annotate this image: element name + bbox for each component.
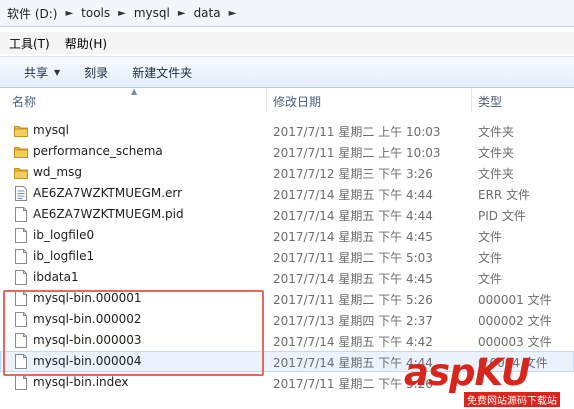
breadcrumb: 软件 (D:) ► tools ► mysql ► data ► (6, 4, 243, 22)
file-modified-date: 2017/7/14 星期五 下午 4:44 (273, 209, 433, 223)
file-modified-date: 2017/7/11 星期二 下午 5:26 (273, 293, 433, 307)
file-name: performance_schema (33, 144, 163, 158)
column-header-date[interactable]: 修改日期 (273, 93, 321, 110)
file-type: 000002 文件 (478, 314, 552, 328)
file-row[interactable]: ibdata1 2017/7/14 星期五 下午 4:45 文件 (0, 267, 574, 288)
chevron-down-icon: ▼ (54, 67, 61, 77)
file-type: 000001 文件 (478, 293, 552, 307)
column-header-name[interactable]: 名称 (12, 93, 36, 110)
column-header-type[interactable]: 类型 (478, 93, 502, 110)
file-type: 000003 文件 (478, 335, 552, 349)
file-row[interactable]: performance_schema 2017/7/11 星期二 上午 10:03… (0, 141, 574, 162)
folder-icon (14, 123, 28, 138)
menu-tools[interactable]: 工具(T) (0, 35, 50, 52)
breadcrumb-separator-icon[interactable]: ► (171, 8, 193, 19)
file-type: PID 文件 (478, 209, 526, 223)
file-modified-date: 2017/7/14 星期五 下午 4:44 (273, 188, 433, 202)
burn-button[interactable]: 刻录 (84, 64, 108, 81)
file-row[interactable]: mysql 2017/7/11 星期二 上午 10:03 文件夹 (0, 120, 574, 141)
share-label: 共享 (24, 65, 49, 80)
watermark-logo: aspKU 免费网站源码下载站 (404, 351, 574, 409)
file-type: 文件 (478, 272, 503, 286)
breadcrumb-separator-icon[interactable]: ► (111, 8, 133, 19)
share-button[interactable]: 共享 ▼ (24, 64, 60, 81)
file-modified-date: 2017/7/13 星期四 下午 2:37 (273, 314, 433, 328)
file-type: 文件 (478, 251, 503, 265)
file-type: 文件夹 (478, 125, 515, 139)
file-modified-date: 2017/7/14 星期五 下午 4:45 (273, 230, 433, 244)
folder-icon (14, 165, 28, 180)
file-name: ib_logfile1 (33, 249, 95, 263)
folder-icon (14, 144, 28, 159)
file-name: ibdata1 (33, 270, 79, 284)
menu-bar: 工具(T) 帮助(H) (0, 32, 574, 54)
file-type: 文件夹 (478, 167, 515, 181)
file-row[interactable]: ib_logfile1 2017/7/11 星期二 下午 5:03 文件 (0, 246, 574, 267)
file-modified-date: 2017/7/11 星期二 上午 10:03 (273, 146, 441, 160)
breadcrumb-tools[interactable]: tools (80, 6, 111, 20)
text-file-icon (14, 186, 28, 201)
file-modified-date: 2017/7/14 星期五 下午 4:45 (273, 272, 433, 286)
file-row[interactable]: AE6ZA7WZKTMUEGM.pid 2017/7/14 星期五 下午 4:44… (0, 204, 574, 225)
file-icon (14, 249, 28, 264)
menu-help[interactable]: 帮助(H) (56, 35, 107, 52)
breadcrumb-separator-icon[interactable]: ► (222, 8, 244, 19)
column-divider[interactable] (266, 88, 267, 112)
file-modified-date: 2017/7/14 星期五 下午 4:42 (273, 335, 433, 349)
command-toolbar: 共享 ▼ 刻录 新建文件夹 (0, 56, 574, 88)
file-type: 文件夹 (478, 146, 515, 160)
watermark-subtitle: 免费网站源码下载站 (464, 392, 560, 407)
file-name: AE6ZA7WZKTMUEGM.pid (33, 207, 184, 221)
file-type: 文件 (478, 230, 503, 244)
file-name: AE6ZA7WZKTMUEGM.err (33, 186, 183, 200)
file-row[interactable]: wd_msg 2017/7/12 星期三 下午 3:26 文件夹 (0, 162, 574, 183)
file-modified-date: 2017/7/12 星期三 下午 3:26 (273, 167, 433, 181)
file-icon (14, 375, 28, 390)
sort-ascending-icon: ▲ (131, 87, 138, 96)
column-divider[interactable] (471, 88, 472, 112)
file-icon (14, 228, 28, 243)
file-name: mysql (33, 123, 69, 137)
file-name: mysql-bin.index (33, 375, 129, 389)
file-name: wd_msg (33, 165, 82, 179)
breadcrumb-data[interactable]: data (193, 6, 222, 20)
file-row[interactable]: ib_logfile0 2017/7/14 星期五 下午 4:45 文件 (0, 225, 574, 246)
watermark-text: aspKU (404, 351, 531, 394)
breadcrumb-mysql[interactable]: mysql (133, 6, 171, 20)
highlight-box (3, 290, 264, 376)
file-icon (14, 207, 28, 222)
file-type: ERR 文件 (478, 188, 531, 202)
file-modified-date: 2017/7/11 星期二 下午 5:03 (273, 251, 433, 265)
file-name: ib_logfile0 (33, 228, 95, 242)
file-row[interactable]: AE6ZA7WZKTMUEGM.err 2017/7/14 星期五 下午 4:44… (0, 183, 574, 204)
file-icon (14, 270, 28, 285)
address-bar[interactable]: 软件 (D:) ► tools ► mysql ► data ► (0, 0, 574, 27)
file-modified-date: 2017/7/11 星期二 上午 10:03 (273, 125, 441, 139)
breadcrumb-separator-icon[interactable]: ► (58, 8, 80, 19)
new-folder-button[interactable]: 新建文件夹 (132, 64, 192, 81)
breadcrumb-drive[interactable]: 软件 (D:) (6, 5, 58, 22)
column-header-row: ▲ 名称 修改日期 类型 (0, 87, 574, 112)
